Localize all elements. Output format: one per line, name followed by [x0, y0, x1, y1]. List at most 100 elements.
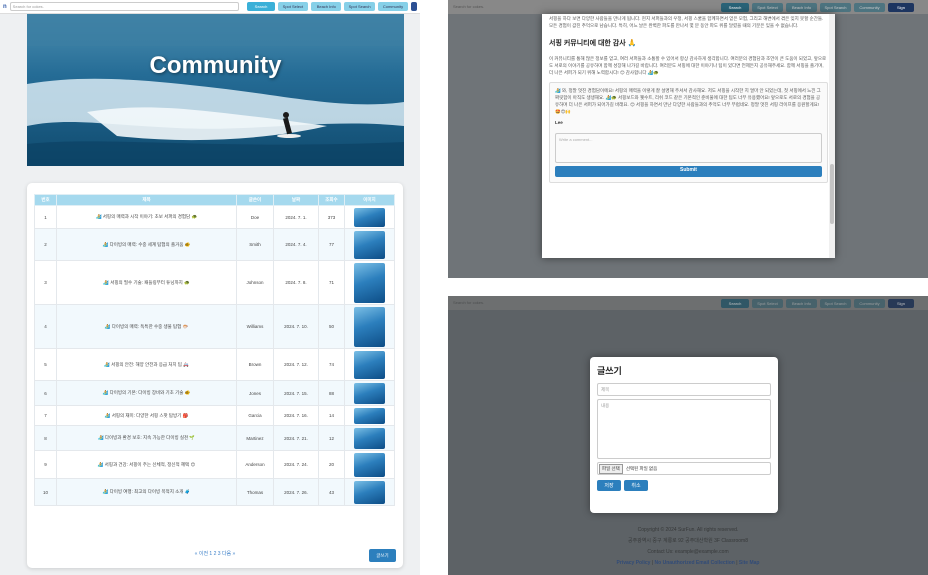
- thumbnail-image: [354, 407, 385, 424]
- post-date: 2024. 7. 12.: [273, 348, 319, 381]
- post-title[interactable]: 🏄 다이빙과 환경 보호: 지속 가능한 다이빙 실천 🌱: [56, 425, 237, 451]
- thumbnail-image: [354, 480, 385, 504]
- post-table: 번호 제목 글쓴이 날짜 조회수 이미지 1 🏄 서핑의 매력과 시작 이야기: …: [34, 194, 395, 506]
- post-number: 8: [34, 425, 57, 451]
- hero-banner: Community: [27, 14, 404, 166]
- post-number: 1: [34, 205, 57, 229]
- table-row[interactable]: 5 🏄 서핑의 안전: 해양 안전과 응급 처치 팁 🚑 Brown 2024. 7.…: [34, 348, 395, 381]
- post-views: 71: [318, 260, 345, 305]
- sign-button[interactable]: Sign: [888, 2, 914, 12]
- post-thumbnail: [344, 260, 395, 305]
- submit-button[interactable]: Submit: [555, 165, 822, 177]
- post-number: 4: [34, 304, 57, 349]
- table-row[interactable]: 7 🏄 서핑의 재미: 다양한 서핑 스팟 탐방기 🎒 Garcia 2024. 7.…: [34, 405, 395, 426]
- table-row[interactable]: 2 🏄 다이빙의 매력: 수중 세계 탐험의 즐거움 🐠 Smith 2024. 7.…: [34, 228, 395, 261]
- brand-logo[interactable]: n: [3, 4, 7, 10]
- post-title[interactable]: 🏄 다이빙 여행: 최고의 다이빙 목적지 소개 🧳: [56, 478, 237, 506]
- post-number: 2: [34, 228, 57, 261]
- post-detail-modal: 서핑을 하다 보면 다양한 사람들을 만나게 됩니다. 현지 서퍼들과의 우정,…: [542, 14, 835, 258]
- post-thumbnail: [344, 450, 395, 479]
- file-input[interactable]: 파일 선택 선택된 파일 없음: [597, 462, 771, 475]
- post-views: 20: [318, 450, 345, 479]
- post-date: 2024. 7. 15.: [273, 380, 319, 406]
- scrollbar-thumb[interactable]: [830, 164, 834, 224]
- spot-search-button[interactable]: Spot Search: [820, 2, 851, 12]
- post-thumbnail: [344, 380, 395, 406]
- content-textarea[interactable]: 내용: [597, 399, 771, 459]
- post-author: Garcia: [236, 405, 274, 426]
- comment-text: 🏄 와, 정말 멋진 경험담이에요! 서핑의 매력을 이렇게 잘 설명해 주셔서…: [555, 87, 821, 114]
- post-views: 14: [318, 405, 345, 426]
- community-list-panel: n Search for cokes. Search Spot Select B…: [0, 0, 420, 575]
- table-row[interactable]: 6 🏄 다이빙의 기본: 다이빙 장비와 기초 기술 🐠 Jones 2024. 7.…: [34, 380, 395, 406]
- col-image: 이미지: [344, 194, 395, 206]
- scrollbar[interactable]: [829, 14, 835, 258]
- post-title[interactable]: 🏄 다이빙의 매력: 독특한 수중 생물 탐험 🐡: [56, 304, 237, 349]
- thumbnail-image: [354, 350, 385, 379]
- choose-file-button[interactable]: 파일 선택: [599, 463, 623, 474]
- post-author: Johnson: [236, 260, 274, 305]
- spot-search-button[interactable]: Spot Search: [344, 2, 375, 11]
- sign-button[interactable]: [411, 2, 417, 11]
- col-views: 조회수: [318, 194, 345, 206]
- post-views: 12: [318, 425, 345, 451]
- thumbnail-image: [354, 207, 385, 227]
- table-row[interactable]: 8 🏄 다이빙과 환경 보호: 지속 가능한 다이빙 실천 🌱 Martinez 20…: [34, 425, 395, 451]
- post-date: 2024. 7. 26.: [273, 478, 319, 506]
- spot-select-button[interactable]: Spot Select: [277, 2, 309, 11]
- post-title[interactable]: 🏄 서핑의 안전: 해양 안전과 응급 처치 팁 🚑: [56, 348, 237, 381]
- comment-section: 🏄 와, 정말 멋진 경험담이에요! 서핑의 매력을 이렇게 잘 설명해 주셔서…: [549, 81, 828, 183]
- search-input[interactable]: Search for cokes.: [9, 2, 240, 11]
- thumbnail-image: [354, 262, 385, 303]
- post-author: Williams: [236, 304, 274, 349]
- search-button[interactable]: Search: [247, 2, 275, 11]
- post-title[interactable]: 🏄 서핑과 건강: 서핑이 주는 신체적, 정신적 혜택 😊: [56, 450, 237, 479]
- post-number: 6: [34, 380, 57, 406]
- search-button[interactable]: Search: [721, 2, 749, 12]
- post-intro-text: 서핑을 하다 보면 다양한 사람들을 만나게 됩니다. 현지 서퍼들과의 우정,…: [549, 16, 824, 28]
- post-author: Thomas: [236, 478, 274, 506]
- comment-author: Lee: [555, 119, 563, 125]
- post-thumbnail: [344, 405, 395, 426]
- divider: [448, 278, 928, 296]
- table-row[interactable]: 9 🏄 서핑과 건강: 서핑이 주는 신체적, 정신적 혜택 😊 Anderson 2…: [34, 450, 395, 479]
- beach-info-button[interactable]: Beach Info: [786, 2, 817, 12]
- post-title[interactable]: 🏄 서핑의 필수 기술: 패들링부터 튜닝까지 🐢: [56, 260, 237, 305]
- write-post-button[interactable]: 글쓰기: [369, 549, 396, 562]
- spot-select-button[interactable]: Spot Select: [752, 2, 783, 12]
- post-thumbnail: [344, 478, 395, 506]
- post-title[interactable]: 🏄 서핑의 매력과 시작 이야기: 초보 서퍼의 경험담 🐢: [56, 205, 237, 229]
- post-number: 9: [34, 450, 57, 479]
- thumbnail-image: [354, 230, 385, 259]
- beach-info-button[interactable]: Beach Info: [311, 2, 342, 11]
- post-title[interactable]: 🏄 다이빙의 기본: 다이빙 장비와 기초 기술 🐠: [56, 380, 237, 406]
- table-row[interactable]: 3 🏄 서핑의 필수 기술: 패들링부터 튜닝까지 🐢 Johnson 2024. 7…: [34, 260, 395, 305]
- community-button[interactable]: Community: [377, 2, 409, 11]
- post-date: 2024. 7. 10.: [273, 304, 319, 349]
- post-title[interactable]: 🏄 다이빙의 매력: 수중 세계 탐험의 즐거움 🐠: [56, 228, 237, 261]
- post-author: Smith: [236, 228, 274, 261]
- post-title[interactable]: 🏄 서핑의 재미: 다양한 서핑 스팟 탐방기 🎒: [56, 405, 237, 426]
- pagination[interactable]: « 이전 1 2 3 다음 »: [27, 550, 403, 557]
- title-input[interactable]: 제목: [597, 383, 771, 396]
- post-thumbnail: [344, 205, 395, 229]
- community-button[interactable]: Community: [854, 2, 885, 12]
- table-row[interactable]: 1 🏄 서핑의 매력과 시작 이야기: 초보 서퍼의 경험담 🐢 Doe 2024. …: [34, 205, 395, 229]
- save-button[interactable]: 저장: [597, 480, 621, 491]
- post-number: 5: [34, 348, 57, 381]
- comment-input[interactable]: Write a comment...: [555, 132, 822, 163]
- post-views: 88: [318, 380, 345, 406]
- post-thumbnail: [344, 304, 395, 349]
- search-input[interactable]: Search for cokes.: [451, 3, 713, 12]
- surf-photo: [27, 14, 404, 166]
- cancel-button[interactable]: 취소: [624, 480, 648, 491]
- post-views: 43: [318, 478, 345, 506]
- page-title: Community: [149, 52, 282, 79]
- table-row[interactable]: 10 🏄 다이빙 여행: 최고의 다이빙 목적지 소개 🧳 Thomas 2024. …: [34, 478, 395, 506]
- table-row[interactable]: 4 🏄 다이빙의 매력: 독특한 수중 생물 탐험 🐡 Williams 2024. …: [34, 304, 395, 349]
- post-date: 2024. 7. 8.: [273, 260, 319, 305]
- post-date: 2024. 7. 4.: [273, 228, 319, 261]
- thumbnail-image: [354, 452, 385, 477]
- thumbnail-image: [354, 382, 385, 404]
- post-number: 10: [34, 478, 57, 506]
